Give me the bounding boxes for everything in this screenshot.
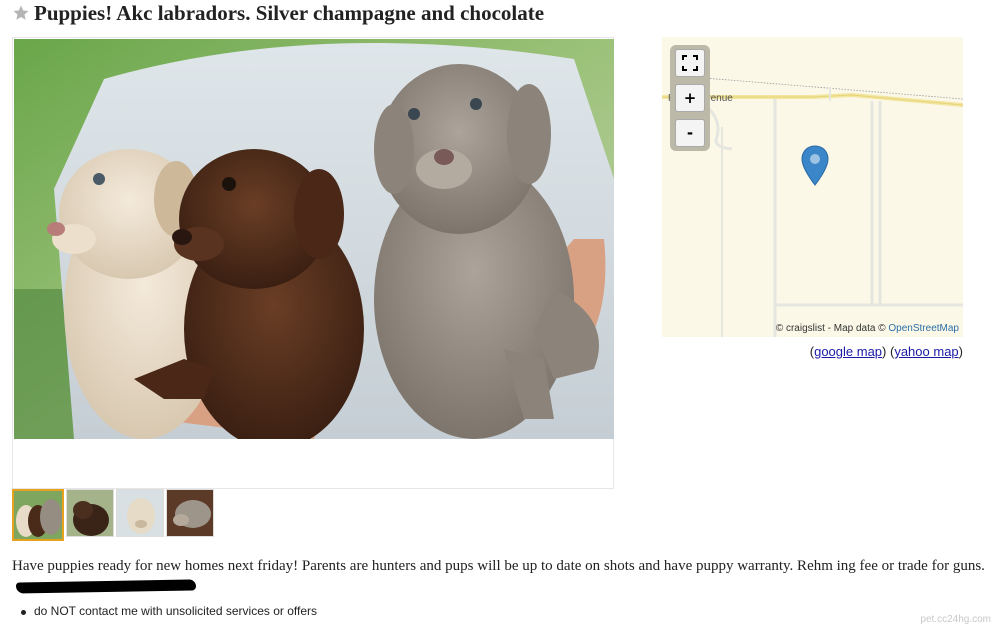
thumbnail-2[interactable] [66, 489, 114, 537]
map-attribution-text: © craigslist - Map data © [775, 323, 886, 334]
location-map[interactable]: Ranch Avenue + - © craigslist - Map data… [662, 37, 963, 337]
title-row: Puppies! Akc labradors. Silver champagne… [12, 0, 544, 26]
posting-page: Puppies! Akc labradors. Silver champagne… [0, 0, 997, 629]
thumbnail-1[interactable] [12, 489, 64, 541]
redaction-mark [15, 579, 197, 594]
map-pin-icon[interactable] [800, 145, 830, 187]
map-attribution: © craigslist - Map data © OpenStreetMap [776, 323, 959, 334]
posting-body-text: Have puppies ready for new homes next fr… [12, 558, 985, 574]
fullscreen-icon [682, 55, 698, 71]
posting-title: Puppies! Akc labradors. Silver champagne… [34, 0, 545, 25]
map-links-paren-middle: ) ( [882, 344, 895, 359]
zoom-out-button[interactable]: - [675, 119, 705, 147]
thumbnail-4[interactable] [166, 489, 214, 537]
posting-body: Have puppies ready for new homes next fr… [12, 556, 992, 596]
fullscreen-button[interactable] [675, 49, 705, 77]
puppies-photo [14, 39, 614, 439]
google-map-link[interactable]: google map [814, 344, 882, 359]
openstreetmap-link[interactable]: OpenStreetMap [888, 323, 959, 334]
zoom-in-button[interactable]: + [675, 84, 705, 112]
map-links: (google map) (yahoo map) [810, 344, 963, 359]
image-gallery[interactable] [12, 37, 614, 489]
notice-item: do NOT contact me with unsolicited servi… [20, 604, 317, 618]
notices-list: do NOT contact me with unsolicited servi… [20, 604, 317, 618]
thumbnail-3[interactable] [116, 489, 164, 537]
map-controls: + - [670, 45, 710, 151]
star-icon[interactable] [12, 4, 30, 22]
watermark: pet.cc24hg.com [920, 614, 991, 625]
map-links-paren-close: ) [958, 344, 963, 359]
main-photo[interactable] [14, 39, 614, 439]
thumbnail-strip [12, 489, 214, 541]
yahoo-map-link[interactable]: yahoo map [894, 344, 958, 359]
